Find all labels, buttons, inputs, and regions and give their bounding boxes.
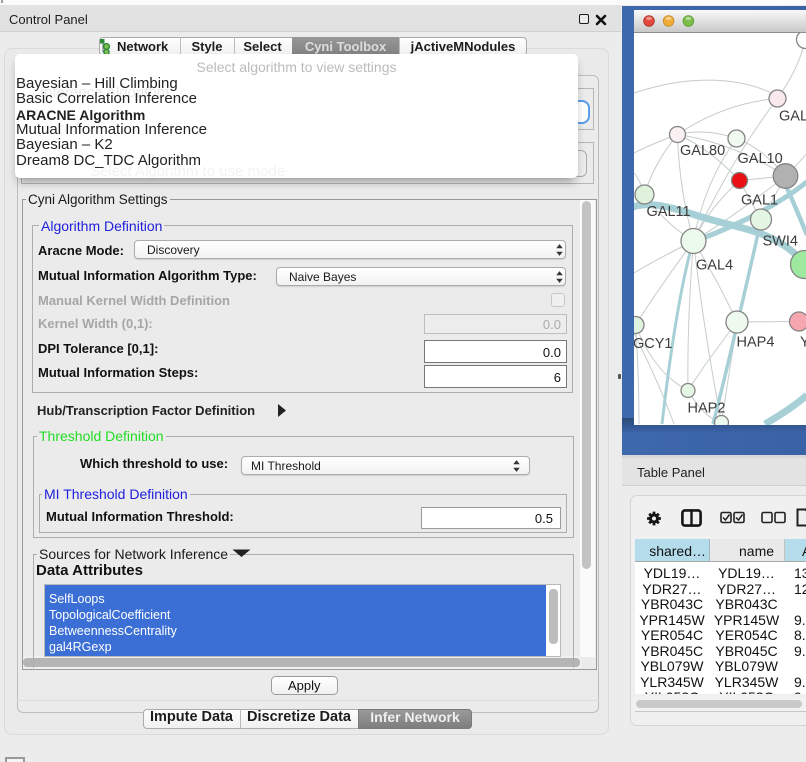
svg-text:GCY1: GCY1	[634, 336, 673, 352]
svg-text:GAL4: GAL4	[696, 257, 733, 273]
svg-text:GAL10: GAL10	[737, 151, 782, 167]
svg-text:GAL7: GAL7	[779, 108, 806, 124]
svg-text:HAP2: HAP2	[687, 400, 725, 416]
svg-text:GAL1: GAL1	[741, 192, 778, 208]
svg-text:HAP4: HAP4	[736, 334, 774, 350]
svg-text:GAL80: GAL80	[680, 143, 725, 159]
svg-text:SWI4: SWI4	[762, 233, 797, 249]
svg-text:YM: YM	[800, 334, 806, 350]
svg-text:GAL11: GAL11	[646, 204, 690, 220]
